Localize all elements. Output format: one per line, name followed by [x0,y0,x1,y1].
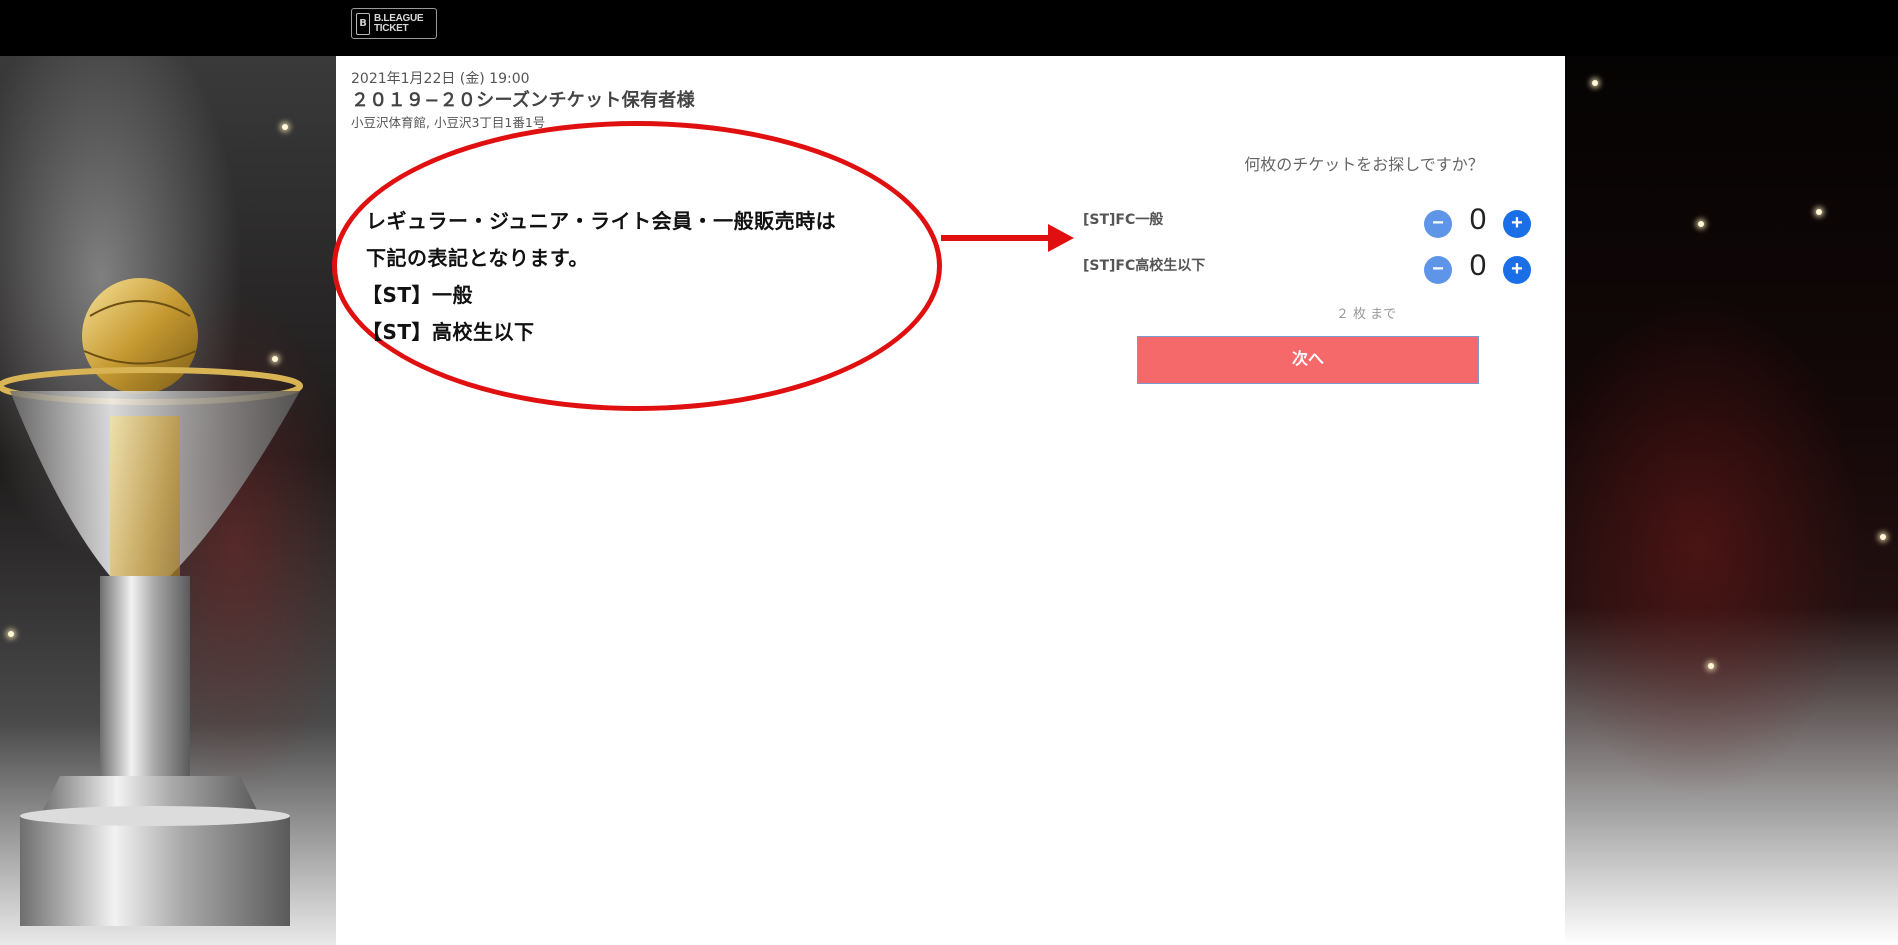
decrease-quantity-button[interactable]: − [1424,210,1452,238]
trophy-icon [0,278,303,926]
annotation-note: レギュラー・ジュニア・ライト会員・一般販売時は 下記の表記となります。 【ST】… [362,203,837,351]
plus-icon: + [1511,212,1523,234]
annotation-line: 【ST】高校生以下 [362,320,535,344]
annotation-arrow-shaft [941,235,1051,241]
annotation-arrow-icon [1048,224,1074,252]
sparkle-light [1708,663,1714,669]
left-background-trophy-image [0,56,336,945]
increase-quantity-button[interactable]: + [1503,256,1531,284]
bleague-logo-mark: B [356,12,370,35]
minus-icon: − [1432,212,1444,234]
main-content-panel: 2021年1月22日 (金) 19:00 ２０１９−２０シーズンチケット保有者様… [332,56,1565,945]
increase-quantity-button[interactable]: + [1503,210,1531,238]
annotation-line: レギュラー・ジュニア・ライト会員・一般販売時は [366,209,837,233]
sparkle-light [1880,534,1886,540]
ticket-limit-text: ２ 枚 まで [1335,307,1397,322]
sparkle-light [282,124,288,130]
next-button[interactable]: 次へ [1137,336,1479,384]
sparkle-light [1698,221,1704,227]
ticket-name: [ST]FC高校生以下 [1083,258,1206,274]
minus-icon: − [1432,258,1444,280]
event-venue: 小豆沢体育館, 小豆沢3丁目1番1号 [351,115,546,130]
ticket-row-highschool: [ST]FC高校生以下 − 0 + [1083,249,1543,295]
ticket-quantity: 0 [1469,249,1487,282]
event-date-time: 2021年1月22日 (金) 19:00 [351,71,530,87]
sparkle-light [8,631,14,637]
site-header: B B.LEAGUE TICKET [0,0,1898,56]
ticket-name: [ST]FC一般 [1083,212,1164,228]
ticket-row-general: [ST]FC一般 − 0 + [1083,203,1543,249]
ticket-count-question: 何枚のチケットをお探しですか？ [1244,155,1484,174]
ticket-quantity: 0 [1469,203,1487,236]
logo-text: B.LEAGUE TICKET [374,12,424,34]
event-title: ２０１９−２０シーズンチケット保有者様 [351,90,695,111]
annotation-line: 下記の表記となります。 [366,246,589,270]
sparkle-light [272,356,278,362]
logo-line1: B.LEAGUE [374,12,424,24]
right-background-arena-image [1565,56,1898,945]
annotation-line: 【ST】一般 [362,283,474,307]
decrease-quantity-button[interactable]: − [1424,256,1452,284]
bleague-ticket-logo[interactable]: B B.LEAGUE TICKET [351,8,437,39]
sparkle-light [1816,209,1822,215]
sparkle-light [1592,80,1598,86]
logo-line2: TICKET [374,22,409,34]
plus-icon: + [1511,258,1523,280]
